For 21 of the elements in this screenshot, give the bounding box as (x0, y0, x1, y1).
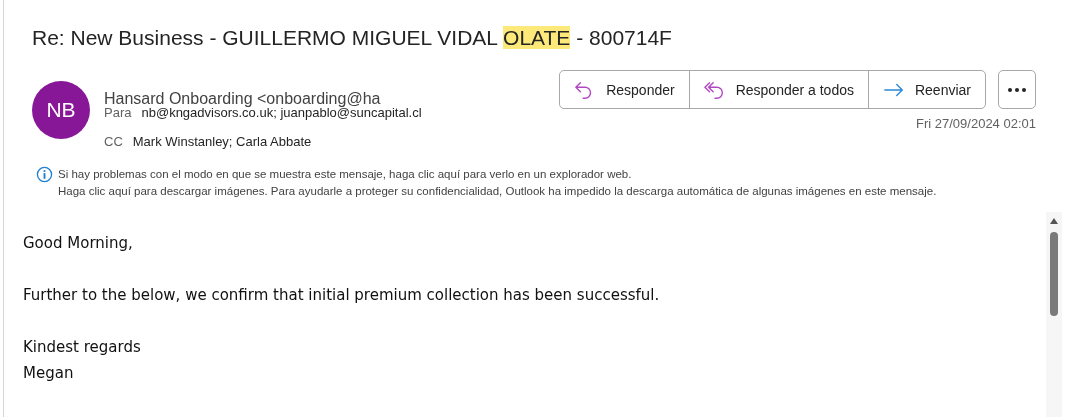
body-text: Megan (23, 363, 75, 384)
to-label: Para (104, 105, 132, 120)
more-icon (1007, 86, 1027, 93)
email-subject: Re: New Business - GUILLERMO MIGUEL VIDAL OLATE - 800714F (31, 25, 673, 51)
body-text: Further to the below, we confirm that initial premium collection has been successful. (23, 285, 661, 306)
info-message[interactable]: Si hay problemas con el modo en que se muestra este mensaje, haga clic aquí para verlo en un explorador web. (58, 166, 937, 183)
body-text: Kindest regards (23, 337, 142, 358)
body-text: Good Morning, (23, 233, 134, 254)
scroll-up-icon[interactable] (1049, 217, 1059, 225)
sender-name: Hansard Onboarding <onboarding@ha (104, 90, 381, 108)
sender-avatar: NB (32, 81, 90, 139)
reply-all-button[interactable]: Responder a todos (688, 71, 868, 108)
cc-recipients: Mark Winstanley; Carla Abbate (132, 134, 312, 149)
scrollbar-thumb[interactable] (1050, 232, 1058, 316)
forward-button[interactable]: Reenviar (867, 71, 985, 108)
more-options-button[interactable] (998, 70, 1036, 109)
info-message[interactable]: Haga clic aquí para descargar imágenes. Para ayudarle a proteger su confidencialidad, Outlook ha impedido la descarga automática de algunas imágenes en este mensaje. (58, 183, 937, 200)
cc-label: CC (104, 134, 123, 149)
sent-date: Fri 27/09/2024 02:01 (916, 116, 1036, 131)
info-icon (36, 166, 53, 183)
reply-button[interactable]: Responder (560, 71, 689, 108)
